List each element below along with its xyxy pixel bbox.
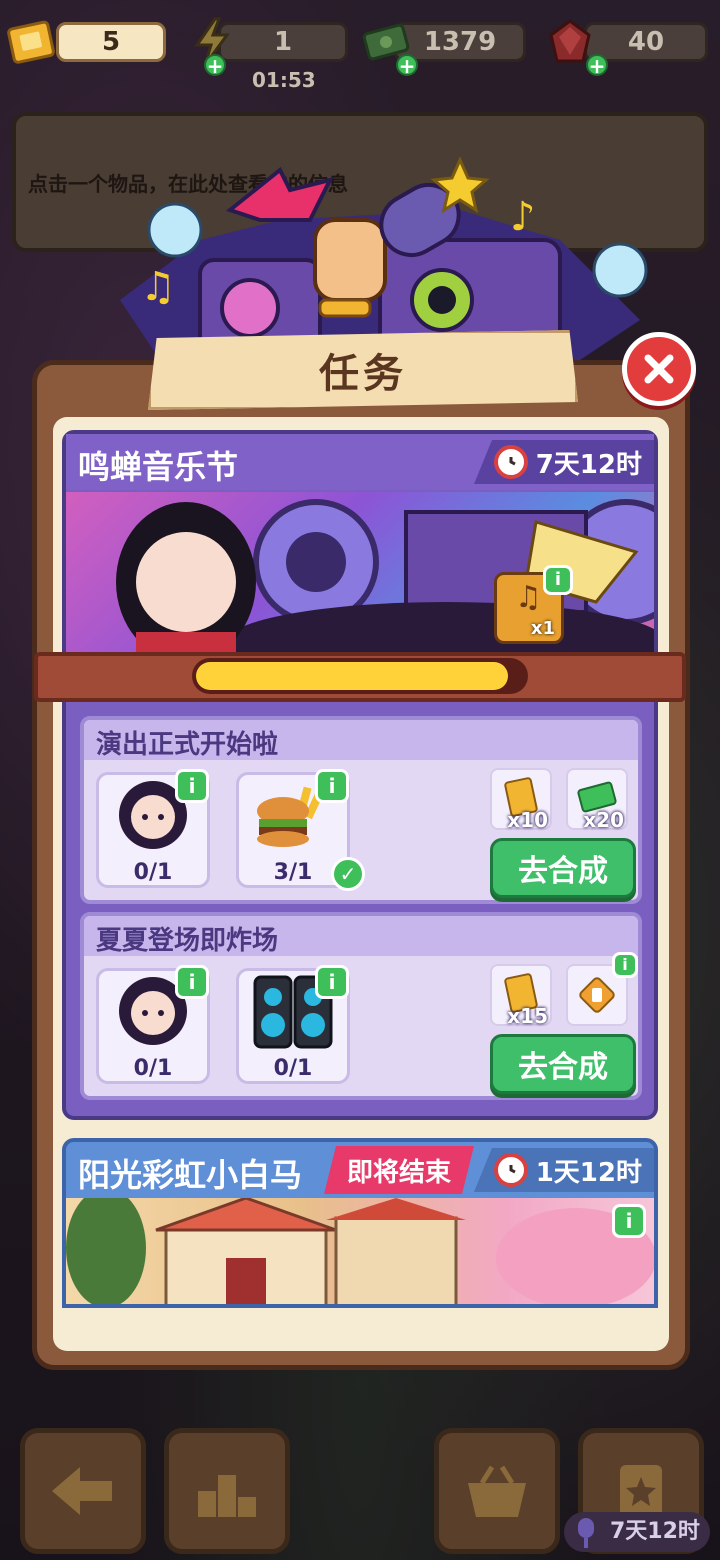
close-button[interactable] xyxy=(622,332,696,406)
info-icon[interactable]: i xyxy=(315,769,349,803)
event-banner-image: i xyxy=(66,1188,654,1304)
task-title: 演出正式开始啦 xyxy=(96,730,279,760)
event-title: 阳光彩虹小白马 xyxy=(78,1156,303,1194)
tickets-counter[interactable]: 5 xyxy=(56,22,166,62)
checkmark-icon: ✓ xyxy=(331,857,365,891)
microphone-icon xyxy=(578,1518,594,1548)
event-header: 阳光彩虹小白马 即将结束 1天12时 xyxy=(66,1142,654,1198)
reward-tickets[interactable]: x10 xyxy=(490,768,552,832)
gems-value: 40 xyxy=(627,27,665,57)
task-card-1: 演出正式开始啦 0/1 i 3/1 i ✓ x10 x20 去合成 xyxy=(80,716,642,904)
info-icon[interactable]: i xyxy=(612,952,638,978)
info-icon[interactable]: i xyxy=(543,565,573,595)
ticket-icon xyxy=(4,14,60,70)
item-count: 0/1 xyxy=(133,1056,173,1081)
reward-mystery[interactable]: i xyxy=(566,952,638,1026)
back-button[interactable] xyxy=(20,1428,146,1554)
task-title: 夏夏登场即炸场 xyxy=(96,926,279,956)
arrow-left-icon xyxy=(52,1467,112,1515)
event-reward-chest[interactable]: ♫ x1 i xyxy=(494,565,573,644)
clock-icon xyxy=(493,1153,528,1187)
task-item-burger[interactable]: 3/1 i ✓ xyxy=(236,769,365,891)
music-stage-illustration: ♫ ♪ xyxy=(120,156,648,360)
event-title: 鸣蝉音乐节 xyxy=(78,448,239,486)
info-icon[interactable]: i xyxy=(612,1204,646,1238)
item-count: 0/1 xyxy=(273,1056,313,1081)
add-gems-button[interactable]: + xyxy=(586,54,608,76)
reward-amount: x20 xyxy=(583,808,624,832)
close-icon xyxy=(644,354,674,384)
go-merge-button[interactable]: 去合成 xyxy=(490,838,636,898)
svg-text:♪: ♪ xyxy=(510,194,536,240)
podium-icon xyxy=(198,1475,256,1517)
basket-icon xyxy=(468,1465,526,1517)
bottom-event-timer: 7天12时 xyxy=(564,1512,710,1552)
go-merge-button[interactable]: 去合成 xyxy=(490,1034,636,1094)
resource-bar: 5 1 + 01:53 1379 + 40 + xyxy=(0,14,720,92)
event-timer: 1天12时 xyxy=(474,1148,654,1192)
task-item-speakers[interactable]: 0/1 i xyxy=(236,965,350,1084)
info-icon[interactable]: i xyxy=(175,769,209,803)
bottom-timer-text: 7天12时 xyxy=(610,1519,700,1544)
svg-text:♫: ♫ xyxy=(140,264,176,310)
task-card-2: 夏夏登场即炸场 0/1 i 0/1 i x15 i 去合成 xyxy=(80,912,642,1100)
event-header: 鸣蝉音乐节 7天12时 xyxy=(66,434,654,490)
reward-cash[interactable]: x20 xyxy=(566,768,628,832)
svg-text:♫: ♫ xyxy=(515,580,542,615)
info-icon[interactable]: i xyxy=(175,965,209,999)
tickets-value: 5 xyxy=(101,27,121,57)
task-item-idol[interactable]: 0/1 i xyxy=(96,965,210,1084)
reward-amount: x15 xyxy=(507,1004,548,1028)
chest-count: x1 xyxy=(530,618,555,639)
add-energy-button[interactable]: + xyxy=(204,54,226,76)
info-icon[interactable]: i xyxy=(315,965,349,999)
clock-icon xyxy=(493,445,528,479)
ending-soon-tag: 即将结束 xyxy=(324,1146,474,1194)
event-card-rainbow-pony[interactable]: 阳光彩虹小白马 即将结束 1天12时 i xyxy=(62,1138,658,1308)
item-count: 0/1 xyxy=(133,860,173,885)
energy-timer: 01:53 xyxy=(252,68,316,92)
shop-basket-button[interactable] xyxy=(434,1428,560,1554)
event-progress-fill xyxy=(196,662,508,690)
event-time-left: 7天12时 xyxy=(535,449,642,480)
task-header: 演出正式开始啦 xyxy=(84,720,638,760)
add-cash-button[interactable]: + xyxy=(396,54,418,76)
task-header: 夏夏登场即炸场 xyxy=(84,916,638,956)
panel-title: 任务 xyxy=(319,351,407,397)
reward-amount: x10 xyxy=(507,808,548,832)
event-time-left: 1天12时 xyxy=(535,1157,642,1188)
event-timer: 7天12时 xyxy=(474,440,654,484)
panel-title-banner: 任务 xyxy=(148,330,578,410)
energy-value: 1 xyxy=(273,27,293,57)
leaderboard-button[interactable] xyxy=(164,1428,290,1554)
task-item-idol[interactable]: 0/1 i xyxy=(96,769,210,888)
reward-tickets[interactable]: x15 xyxy=(490,964,552,1028)
cash-value: 1379 xyxy=(423,27,497,57)
